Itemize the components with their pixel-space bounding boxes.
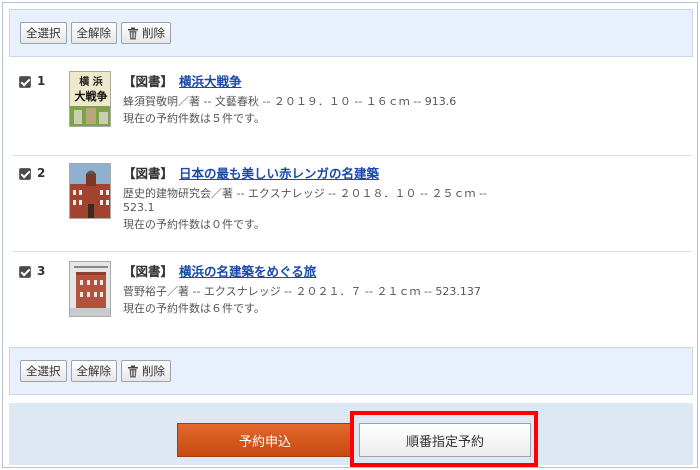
trash-icon xyxy=(128,365,138,377)
book-cover-image: 横 浜 大戦争 xyxy=(69,71,111,127)
delete-button[interactable]: 削除 xyxy=(121,22,171,44)
item-title-link[interactable]: 横浜大戦争 xyxy=(179,71,242,90)
item-kind: 【図書】 xyxy=(123,264,174,279)
item-reserve-count: 現在の予約件数は０件です。 xyxy=(123,218,265,231)
list-item: 1 横 浜 大戦争 【図書】 横浜大戦争 蜂須賀敬明／著 -- 文藝春秋 -- … xyxy=(19,71,691,149)
item-number: 1 xyxy=(37,74,46,88)
reserve-apply-button[interactable]: 予約申込 xyxy=(177,423,353,457)
item-info: 【図書】 日本の最も美しい赤レンガの名建築 歴史的建物研究会／著 -- エクスナ… xyxy=(123,163,683,232)
trash-icon xyxy=(128,27,138,39)
item-kind: 【図書】 xyxy=(123,74,174,89)
item-title-link[interactable]: 日本の最も美しい赤レンガの名建築 xyxy=(179,163,379,182)
deselect-all-button[interactable]: 全解除 xyxy=(70,22,117,44)
item-number: 2 xyxy=(37,166,46,180)
svg-text:大戦争: 大戦争 xyxy=(75,89,108,103)
reservation-panel: 全選択 全解除 削除 1 横 浜 大戦争 【図書】 横浜大戦争 蜂須賀敬明／著 … xyxy=(2,2,698,468)
book-cover-image xyxy=(69,261,111,317)
deselect-all-button[interactable]: 全解除 xyxy=(70,360,117,382)
item-checkbox[interactable] xyxy=(19,76,31,88)
item-title-link[interactable]: 横浜の名建築をめぐる旅 xyxy=(179,261,316,280)
toolbar-bottom: 全選択 全解除 削除 xyxy=(9,347,693,395)
item-meta: 菅野裕子／著 -- エクスナレッジ -- ２０２１．７ -- ２１ｃｍ -- 5… xyxy=(123,285,481,298)
item-checkbox[interactable] xyxy=(19,168,31,180)
divider xyxy=(13,251,691,252)
svg-text:横 浜: 横 浜 xyxy=(79,75,102,88)
select-all-button[interactable]: 全選択 xyxy=(20,360,67,382)
action-footer: 予約申込 順番指定予約 xyxy=(9,403,693,467)
delete-label: 削除 xyxy=(142,26,165,40)
list-item: 2 【図書】 日本の最も美しい赤レンガの名建築 歴史的建物研究会／著 -- エク… xyxy=(19,163,691,245)
list-item: 3 【図書】 横浜の名建築をめぐる旅 菅野裕子／著 -- エクスナレッジ -- … xyxy=(19,261,691,333)
item-reserve-count: 現在の予約件数は６件です。 xyxy=(123,302,265,315)
delete-button[interactable]: 削除 xyxy=(121,360,171,382)
item-number: 3 xyxy=(37,264,46,278)
toolbar-top: 全選択 全解除 削除 xyxy=(9,9,693,57)
item-meta: 歴史的建物研究会／著 -- エクスナレッジ -- ２０１８．１０ -- ２５ｃｍ… xyxy=(123,187,487,214)
item-checkbox[interactable] xyxy=(19,266,31,278)
item-meta: 蜂須賀敬明／著 -- 文藝春秋 -- ２０１９．１０ -- １６ｃｍ -- 91… xyxy=(123,95,457,108)
delete-label: 削除 xyxy=(142,364,165,378)
book-cover-image xyxy=(69,163,111,219)
ordered-reserve-button[interactable]: 順番指定予約 xyxy=(359,423,531,457)
item-info: 【図書】 横浜の名建築をめぐる旅 菅野裕子／著 -- エクスナレッジ -- ２０… xyxy=(123,261,683,316)
item-kind: 【図書】 xyxy=(123,166,174,181)
select-all-button[interactable]: 全選択 xyxy=(20,22,67,44)
item-reserve-count: 現在の予約件数は５件です。 xyxy=(123,112,265,125)
item-info: 【図書】 横浜大戦争 蜂須賀敬明／著 -- 文藝春秋 -- ２０１９．１０ --… xyxy=(123,71,683,126)
divider xyxy=(13,155,691,156)
